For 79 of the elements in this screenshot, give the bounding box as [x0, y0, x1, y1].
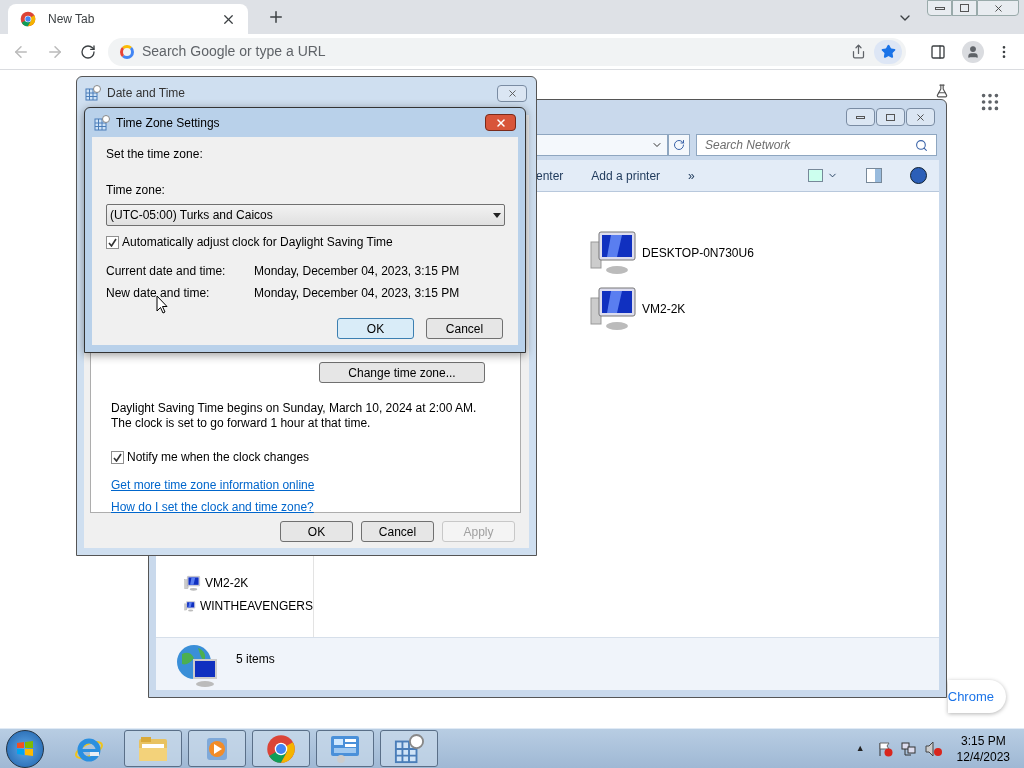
dialog-button[interactable]: Cancel — [361, 521, 434, 542]
chrome-icon — [20, 11, 36, 27]
maximize-button[interactable] — [876, 108, 905, 126]
computer-icon — [184, 574, 201, 592]
close-icon — [915, 111, 926, 123]
auto-dst-checkbox[interactable] — [106, 235, 119, 249]
taskbar-app[interactable] — [380, 730, 438, 767]
action-center-flag-icon[interactable] — [876, 740, 893, 757]
calendar-clock-icon — [394, 733, 424, 764]
prompt-text: Set the time zone: — [106, 146, 204, 163]
share-icon[interactable] — [851, 44, 866, 59]
taskbar-app[interactable] — [188, 730, 246, 767]
toolbar-item[interactable]: Add a printer — [591, 166, 661, 185]
toolbar-item[interactable]: enter — [536, 166, 564, 185]
address-bar[interactable]: Search Google or type a URL — [108, 37, 906, 66]
restore-button[interactable] — [952, 0, 977, 16]
profile-icon[interactable] — [962, 40, 984, 63]
close-button[interactable] — [485, 114, 516, 131]
dropdown-arrow-icon — [493, 212, 501, 218]
close-icon — [494, 116, 507, 129]
window-title: Date and Time — [107, 85, 187, 102]
row-label: New date and time: — [106, 286, 211, 300]
close-icon — [506, 87, 518, 99]
toolbar-item[interactable]: » — [688, 166, 695, 185]
control-panel-icon — [329, 733, 361, 764]
reload-icon[interactable] — [80, 43, 96, 60]
field-label: Time zone: — [106, 182, 166, 199]
computer-name[interactable]: VM2-2K — [642, 300, 686, 318]
customize-button[interactable]: Chrome — [948, 680, 1006, 713]
row-label: Current date and time: — [106, 264, 227, 278]
notify-checkbox[interactable] — [111, 450, 124, 464]
apps-grid-icon[interactable] — [979, 91, 1001, 113]
help-link[interactable]: How do I set the clock and time zone? — [111, 498, 314, 516]
refresh-icon[interactable] — [668, 134, 690, 156]
speaker-muted-icon[interactable] — [924, 740, 943, 757]
taskbar-app[interactable] — [124, 730, 182, 767]
tab-title: New Tab — [48, 11, 96, 28]
folder-icon — [137, 734, 169, 763]
new-tab-icon[interactable] — [267, 8, 285, 26]
status-text: 5 items — [236, 651, 275, 668]
mouse-pointer-icon — [156, 295, 168, 314]
minimize-button[interactable] — [846, 108, 875, 126]
taskbar-app[interactable] — [316, 730, 374, 767]
show-hidden-icons-button[interactable]: ▲ — [855, 741, 865, 756]
minimize-button[interactable] — [927, 0, 952, 16]
dst-info-text: Daylight Saving Time begins on Sunday, March 10, 2024 at 2:00 AM. The clock is set to go forward 1 hour at that time. — [111, 401, 478, 431]
row-value: Monday, December 04, 2023, 3:15 PM — [254, 264, 460, 278]
auto-dst-label: Automatically adjust clock for Daylight Saving Time — [122, 234, 393, 251]
taskbar-app[interactable] — [252, 730, 310, 767]
calendar-clock-icon — [85, 85, 101, 101]
close-icon — [992, 2, 1004, 14]
window-title: Time Zone Settings — [116, 114, 221, 132]
dialog-button[interactable]: OK — [280, 521, 353, 542]
network-icon[interactable] — [900, 740, 917, 757]
calendar-clock-icon — [94, 114, 110, 131]
nav-item[interactable]: WINTHEAVENGERS — [199, 597, 313, 615]
help-link[interactable]: Get more time zone information online — [111, 476, 315, 494]
clock[interactable]: 3:15 PM 12/4/2023 — [956, 732, 1010, 765]
flask-icon[interactable] — [935, 84, 949, 98]
network-globe-icon — [174, 642, 220, 688]
google-g-icon — [120, 44, 134, 59]
dialog-button[interactable]: OK — [337, 318, 414, 339]
browser-tab[interactable]: New Tab — [8, 4, 248, 34]
search-icon — [915, 138, 928, 152]
nav-item[interactable]: VM2-2K — [205, 574, 249, 592]
address-placeholder: Search Google or type a URL — [142, 42, 327, 61]
chrome-icon — [266, 733, 296, 764]
side-panel-icon[interactable] — [930, 43, 946, 60]
computer-name[interactable]: DESKTOP-0N730U6 — [642, 244, 754, 262]
start-button[interactable] — [6, 729, 44, 768]
windows-logo-icon — [15, 738, 35, 759]
dialog-button[interactable]: Cancel — [426, 318, 503, 339]
search-field[interactable]: Search Network — [696, 134, 937, 156]
notify-label: Notify me when the clock changes — [127, 449, 310, 466]
preview-pane-icon[interactable] — [866, 168, 882, 183]
time-zone-dropdown[interactable]: (UTC-05:00) Turks and Caicos — [106, 204, 505, 226]
change-time-zone-button[interactable]: Change time zone... — [319, 362, 485, 383]
view-options-icon[interactable] — [808, 169, 838, 182]
row-value: Monday, December 04, 2023, 3:15 PM — [254, 286, 460, 300]
